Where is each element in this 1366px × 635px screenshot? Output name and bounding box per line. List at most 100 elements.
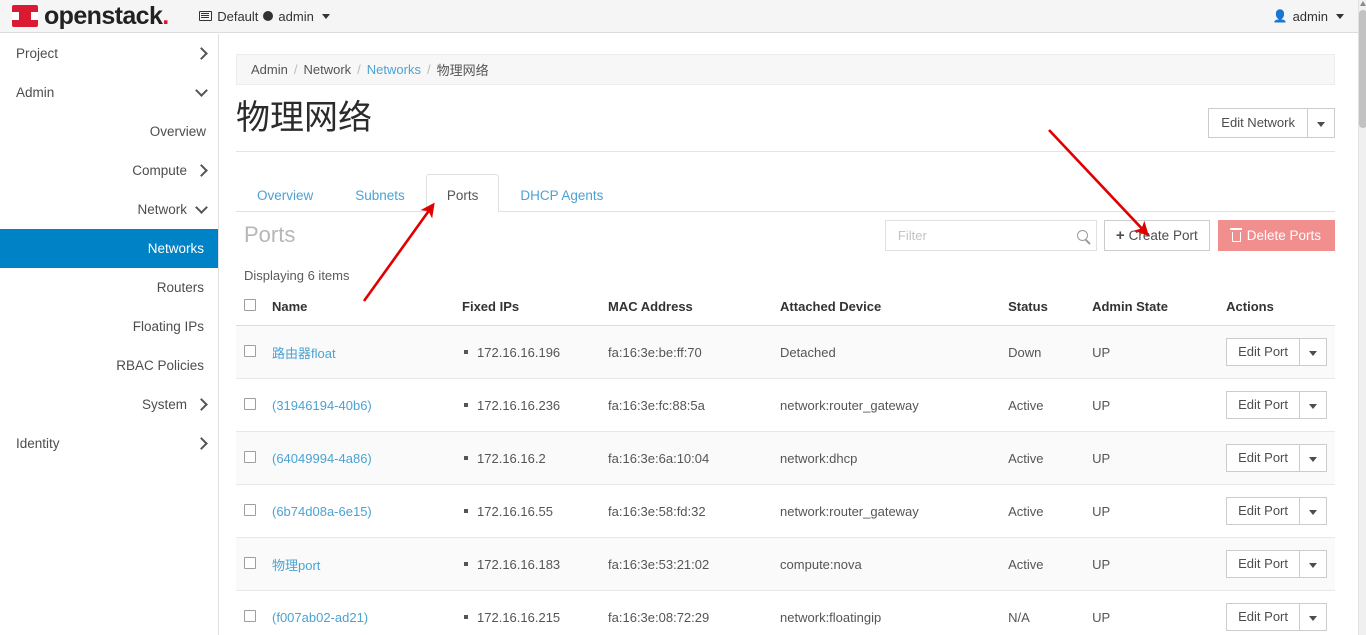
row-actions-dropdown-toggle[interactable] [1300,338,1327,366]
cell-attached-device: Detached [772,325,1001,379]
fixed-ip-value: 172.16.16.55 [477,503,553,519]
chevron-down-icon [1309,563,1317,568]
breadcrumb: Admin / Network / Networks / 物理网络 [236,54,1335,85]
search-icon[interactable] [1076,230,1088,241]
port-name-link[interactable]: (64049994-4a86) [272,451,372,466]
bullet-icon [464,615,469,619]
cell-mac-address: fa:16:3e:6a:10:04 [600,431,773,485]
column-header-attached-device[interactable]: Attached Device [772,293,1001,326]
tab-subnets[interactable]: Subnets [334,179,426,212]
cell-attached-device: network:floatingip [772,590,1001,635]
row-actions-dropdown-toggle[interactable] [1300,550,1327,578]
row-actions-dropdown-toggle[interactable] [1300,391,1327,419]
column-header-name[interactable]: Name [264,293,455,326]
ports-toolbar: + Create Port Delete Ports [884,220,1335,251]
port-name-link[interactable]: (31946194-40b6) [272,398,372,413]
edit-network-dropdown-toggle[interactable] [1308,108,1335,138]
port-name-link[interactable]: (f007ab02-ad21) [272,610,368,625]
sidebar-item-routers[interactable]: Routers [0,268,218,307]
edit-port-button[interactable]: Edit Port [1226,391,1300,419]
port-name-link[interactable]: (6b74d08a-6e15) [272,504,372,519]
sidebar-item-rbac-policies[interactable]: RBAC Policies [0,346,218,385]
edit-port-button[interactable]: Edit Port [1226,603,1300,631]
filter-box[interactable] [884,220,1097,251]
sidebar-item-project[interactable]: Project [0,34,218,73]
breadcrumb-separator: / [426,62,431,77]
column-header-mac-address[interactable]: MAC Address [600,293,773,326]
tab-overview[interactable]: Overview [236,179,334,212]
cell-actions: Edit Port [1218,325,1335,379]
breadcrumb-item-3: 物理网络 [436,63,489,78]
row-select-cell [236,484,264,538]
ports-table: Name Fixed IPs MAC Address Attached Devi… [236,293,1335,635]
sidebar-navigation: Project Admin Overview Compute Network Networ… [0,34,219,635]
cell-admin-state: UP [1084,431,1219,485]
context-switcher[interactable]: Default admin [199,9,330,24]
page-scrollbar[interactable] [1358,0,1366,635]
port-name-link[interactable]: 物理port [272,558,320,573]
column-header-fixed-ips[interactable]: Fixed IPs [454,293,601,326]
row-actions-dropdown-toggle[interactable] [1300,444,1327,472]
create-port-button[interactable]: + Create Port [1103,220,1210,251]
row-checkbox[interactable] [244,450,256,463]
user-menu[interactable]: 👤 admin [1273,9,1344,24]
column-header-status[interactable]: Status [1000,293,1085,326]
table-header-row: Name Fixed IPs MAC Address Attached Devi… [236,293,1335,326]
tab-ports[interactable]: Ports [425,174,500,212]
row-checkbox[interactable] [244,556,256,569]
cell-mac-address: fa:16:3e:53:21:02 [600,537,773,591]
sidebar-item-label: Project [16,46,59,61]
sidebar-item-networks[interactable]: Networks [0,229,218,268]
row-select-cell [236,431,264,485]
sidebar-item-overview[interactable]: Overview [0,112,218,151]
row-select-cell [236,537,264,591]
breadcrumb-separator: / [293,62,298,77]
cell-mac-address: fa:16:3e:08:72:29 [600,590,773,635]
sidebar-item-floating-ips[interactable]: Floating IPs [0,307,218,346]
row-select-cell [236,378,264,432]
row-actions-dropdown-toggle[interactable] [1300,603,1327,631]
main-content: Admin / Network / Networks / 物理网络 物理网络 Edit Ne… [220,34,1358,635]
bullet-icon [464,509,469,513]
cell-attached-device: network:router_gateway [772,378,1001,432]
scrollbar-thumb[interactable] [1359,10,1366,128]
row-checkbox[interactable] [244,503,256,516]
openstack-logo[interactable]: openstack. [0,2,169,31]
search-input[interactable] [895,227,1077,244]
sidebar-item-compute[interactable]: Compute [0,151,218,190]
breadcrumb-item-2[interactable]: Networks [367,62,421,77]
edit-port-button[interactable]: Edit Port [1226,444,1300,472]
scroll-up-arrow-icon[interactable] [1360,1,1366,6]
column-header-actions: Actions [1218,293,1335,326]
project-icon [263,11,274,21]
breadcrumb-item-1[interactable]: Network [303,62,351,77]
breadcrumb-item-0[interactable]: Admin [251,62,288,77]
row-checkbox[interactable] [244,609,256,622]
edit-port-button[interactable]: Edit Port [1226,497,1300,525]
sidebar-item-system[interactable]: System [0,385,218,424]
port-name-link[interactable]: 路由器float [272,346,336,361]
chevron-down-icon [195,84,208,97]
cell-status: Active [1000,484,1085,538]
bullet-icon [464,562,469,566]
sidebar-item-identity[interactable]: Identity [0,424,218,463]
sidebar-item-network[interactable]: Network [0,190,218,229]
edit-port-button[interactable]: Edit Port [1226,338,1300,366]
edit-port-button[interactable]: Edit Port [1226,550,1300,578]
chevron-right-icon [195,164,208,177]
row-checkbox[interactable] [244,344,256,357]
cell-actions: Edit Port [1218,484,1335,538]
chevron-down-icon [1309,351,1317,356]
fixed-ip-value: 172.16.16.236 [477,397,561,413]
cell-actions: Edit Port [1218,537,1335,591]
sidebar-item-admin[interactable]: Admin [0,73,218,112]
tab-dhcp-agents[interactable]: DHCP Agents [499,179,624,212]
column-header-admin-state[interactable]: Admin State [1084,293,1219,326]
cell-fixed-ips: 172.16.16.183 [454,537,601,591]
edit-network-button[interactable]: Edit Network [1208,108,1308,138]
row-actions-dropdown-toggle[interactable] [1300,497,1327,525]
select-all-checkbox[interactable] [244,299,256,311]
cell-admin-state: UP [1084,484,1219,538]
row-checkbox[interactable] [244,397,256,410]
delete-ports-button[interactable]: Delete Ports [1217,220,1335,251]
